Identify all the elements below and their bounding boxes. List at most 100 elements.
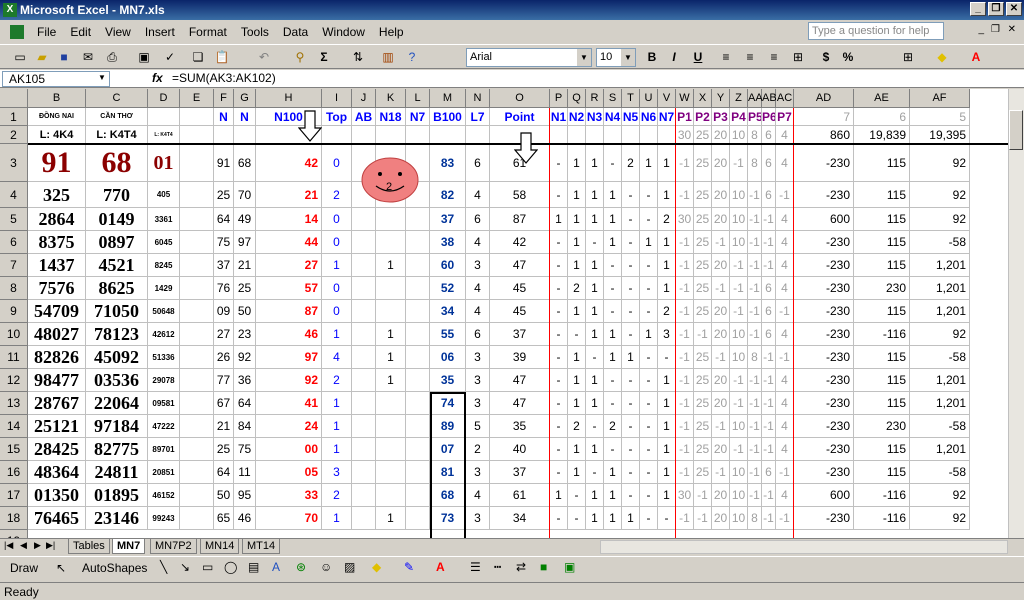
cell-f[interactable]: 64 xyxy=(214,461,234,484)
cell-u[interactable]: - xyxy=(640,438,658,461)
cell-s[interactable]: 1 xyxy=(604,507,622,530)
cell-af[interactable]: 1,201 xyxy=(910,369,970,392)
column-header[interactable]: S xyxy=(604,89,622,108)
cell-s[interactable]: 1 xyxy=(604,182,622,208)
rectangle-icon[interactable]: ▭ xyxy=(202,560,213,574)
cell-y[interactable]: 20 xyxy=(712,438,730,461)
align-center-icon[interactable]: ≡ xyxy=(740,48,760,67)
print-preview-icon[interactable]: ▣ xyxy=(136,49,152,65)
cell-ad[interactable]: -230 xyxy=(794,144,854,182)
cell-af[interactable]: -58 xyxy=(910,415,970,438)
align-right-icon[interactable]: ≡ xyxy=(764,48,784,67)
cell-e[interactable] xyxy=(180,182,214,208)
cell-e[interactable] xyxy=(180,461,214,484)
cell-ab[interactable]: -1 xyxy=(762,484,776,507)
percent-button[interactable]: % xyxy=(838,48,858,67)
first-sheet-icon[interactable]: |◀ xyxy=(4,540,13,551)
cell-h[interactable]: 24 xyxy=(256,415,322,438)
cell-p[interactable] xyxy=(550,126,568,144)
cell-b[interactable]: 82826 xyxy=(28,346,86,369)
cell-e[interactable] xyxy=(180,369,214,392)
column-header[interactable]: E xyxy=(180,89,214,108)
cell-q[interactable]: 1 xyxy=(568,144,586,182)
cell-n[interactable]: 3 xyxy=(466,346,490,369)
cell-l[interactable] xyxy=(406,126,430,144)
row-header[interactable]: 17 xyxy=(0,484,28,507)
cell-q[interactable]: - xyxy=(568,484,586,507)
cell-p[interactable]: - xyxy=(550,415,568,438)
cell-p[interactable]: - xyxy=(550,392,568,415)
cell-z[interactable]: 10 xyxy=(730,231,748,254)
cell-c[interactable]: 23146 xyxy=(86,507,148,530)
name-box[interactable]: AK105 xyxy=(2,71,110,87)
doc-close-icon[interactable]: ✕ xyxy=(1008,24,1016,35)
picture-icon[interactable]: ▨ xyxy=(344,560,355,574)
clip-art-icon[interactable]: ☺ xyxy=(320,560,332,574)
cell-r[interactable]: 1 xyxy=(586,484,604,507)
cell-m[interactable]: 06 xyxy=(430,346,466,369)
cell-ae[interactable]: -116 xyxy=(854,507,910,530)
cell-l[interactable] xyxy=(406,231,430,254)
cell-ad[interactable]: -230 xyxy=(794,346,854,369)
cell-j[interactable] xyxy=(352,415,376,438)
cell-o[interactable]: 34 xyxy=(490,507,550,530)
cell-ab[interactable]: -1 xyxy=(762,231,776,254)
cell-y[interactable]: 20 xyxy=(712,182,730,208)
cell-m[interactable]: 37 xyxy=(430,208,466,231)
cell-ab[interactable]: -1 xyxy=(762,392,776,415)
column-header[interactable]: N xyxy=(466,89,490,108)
cell-g[interactable]: 84 xyxy=(234,415,256,438)
cell-g[interactable]: 68 xyxy=(234,144,256,182)
cell-l[interactable] xyxy=(406,369,430,392)
cell-s[interactable]: 1 xyxy=(604,231,622,254)
cell-o[interactable]: 87 xyxy=(490,208,550,231)
cell-s[interactable] xyxy=(604,126,622,144)
cell-c[interactable]: 0149 xyxy=(86,208,148,231)
cell-t[interactable]: - xyxy=(622,484,640,507)
cell-y[interactable]: 20 xyxy=(712,208,730,231)
cell-k[interactable]: 1 xyxy=(376,254,406,277)
text-box-icon[interactable]: ▤ xyxy=(248,560,259,574)
cell-af[interactable]: 92 xyxy=(910,507,970,530)
cell-w[interactable]: -1 xyxy=(676,346,694,369)
cell-c[interactable]: 770 xyxy=(86,182,148,208)
cell-v[interactable]: 2 xyxy=(658,300,676,323)
cell-m[interactable] xyxy=(430,126,466,144)
cell-y[interactable]: -1 xyxy=(712,461,730,484)
cell-ac[interactable]: 4 xyxy=(776,144,794,182)
cell-o[interactable]: 40 xyxy=(490,438,550,461)
cell-f[interactable]: 27 xyxy=(214,323,234,346)
cell-e[interactable] xyxy=(180,108,214,126)
cell-aa[interactable]: -1 xyxy=(748,182,762,208)
chevron-down-icon[interactable]: ▼ xyxy=(98,73,106,82)
column-header[interactable]: Y xyxy=(712,89,730,108)
cell-v[interactable]: 1 xyxy=(658,231,676,254)
chevron-down-icon[interactable]: ▼ xyxy=(577,49,591,66)
cell-o[interactable]: 47 xyxy=(490,392,550,415)
line-color-icon[interactable]: ✎ xyxy=(404,560,414,574)
cell-y[interactable]: 20 xyxy=(712,144,730,182)
cell-q[interactable]: 1 xyxy=(568,346,586,369)
column-header[interactable]: AB xyxy=(762,89,777,108)
cell-d[interactable]: 46152 xyxy=(148,484,180,507)
sheet-tab-mn14[interactable]: MN14 xyxy=(200,539,240,554)
cell-aa[interactable]: -1 xyxy=(748,323,762,346)
cell-d[interactable]: 09581 xyxy=(148,392,180,415)
cell-e[interactable] xyxy=(180,507,214,530)
cell-w[interactable]: -1 xyxy=(676,369,694,392)
cell-n[interactable]: 3 xyxy=(466,507,490,530)
cell-q[interactable] xyxy=(568,126,586,144)
cell-ab[interactable]: 6 xyxy=(762,300,776,323)
cell-k[interactable] xyxy=(376,208,406,231)
cell-d[interactable]: 47222 xyxy=(148,415,180,438)
cell-i[interactable]: Top xyxy=(322,108,352,126)
cell-z[interactable]: -1 xyxy=(730,144,748,182)
cell-i[interactable]: 0 xyxy=(322,277,352,300)
cell-d[interactable] xyxy=(148,108,180,126)
cell-k[interactable]: 1 xyxy=(376,323,406,346)
select-all-corner[interactable] xyxy=(0,89,28,108)
cell-r[interactable]: 1 xyxy=(586,323,604,346)
cell-ac[interactable]: 4 xyxy=(776,438,794,461)
arrow-icon[interactable]: ↘ xyxy=(180,560,190,574)
cell-r[interactable]: 1 xyxy=(586,438,604,461)
